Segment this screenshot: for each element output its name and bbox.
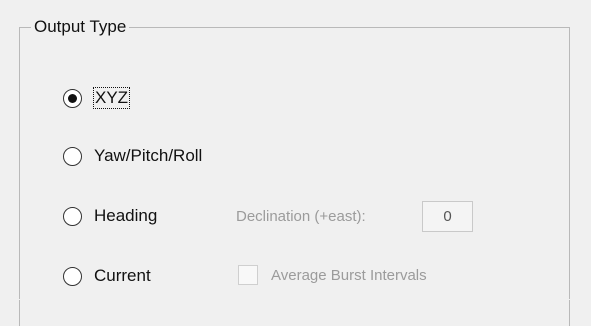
- heading-radio-option[interactable]: Heading: [63, 203, 157, 229]
- average-burst-intervals-label: Average Burst Intervals: [271, 267, 427, 284]
- radio-selected-dot: [68, 93, 77, 103]
- bottom-divider: [0, 299, 591, 300]
- output-type-title: Output Type: [31, 17, 130, 37]
- current-radio-option[interactable]: Current: [63, 263, 151, 289]
- xyz-radio-label[interactable]: XYZ: [92, 87, 131, 109]
- unselected-radio-icon[interactable]: [63, 146, 82, 166]
- declination-label: Declination (+east):: [236, 208, 366, 225]
- unselected-radio-icon[interactable]: [63, 206, 82, 226]
- yaw-pitch-roll-radio-label[interactable]: Yaw/Pitch/Roll: [94, 146, 202, 166]
- heading-radio-label[interactable]: Heading: [94, 206, 157, 226]
- yaw-pitch-roll-radio-option[interactable]: Yaw/Pitch/Roll: [63, 143, 202, 169]
- unchecked-checkbox-icon[interactable]: [238, 265, 258, 285]
- current-radio-label[interactable]: Current: [94, 266, 151, 286]
- xyz-radio-option[interactable]: XYZ: [63, 85, 131, 111]
- unselected-radio-icon[interactable]: [63, 266, 82, 286]
- declination-input[interactable]: [422, 201, 473, 232]
- selected-radio-icon[interactable]: [63, 88, 82, 108]
- output-type-panel: Output Type XYZ Yaw/Pitch/Roll Heading C…: [0, 0, 591, 326]
